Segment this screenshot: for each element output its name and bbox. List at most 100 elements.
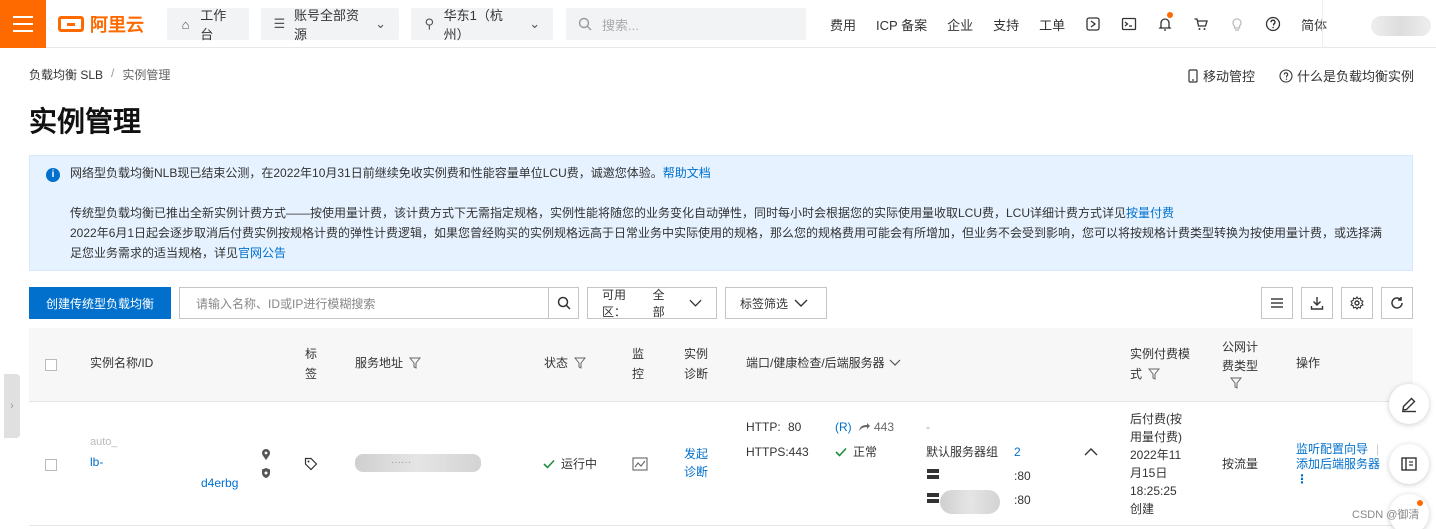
filter-icon[interactable] [1229,377,1243,389]
chevron-down-icon [794,299,808,307]
breadcrumb-root[interactable]: 负载均衡 SLB [29,66,103,83]
cart-icon[interactable] [1183,0,1219,48]
collapse-servers-button[interactable] [1084,443,1098,461]
col-ports[interactable]: 端口/健康检查/后端服务器 [746,353,901,373]
filter-icon[interactable] [574,357,587,369]
col-diagnose-line-1: 实例 [684,347,709,361]
breadcrumb-current: 实例管理 [122,68,171,82]
search-icon [557,296,571,310]
link-billing[interactable]: 费用 [820,15,866,34]
feedback-edit-button[interactable] [1389,384,1429,424]
notice-line-4: 足您业务需求的适当规格，详见官网公告 [70,243,286,263]
server-count-link[interactable]: 2 [1014,443,1021,461]
col-address[interactable]: 服务地址 [355,353,422,373]
status-badge: 运行中 [543,455,597,473]
global-search-input[interactable]: 搜索... [566,8,806,40]
lightbulb-icon[interactable] [1219,0,1255,48]
check-icon [835,447,847,457]
official-announcement-link[interactable]: 官网公告 [238,246,286,260]
instance-search-button[interactable] [548,287,579,319]
instance-search-input[interactable]: 请输入名称、ID或IP进行模糊搜索 [179,287,549,319]
global-search-placeholder: 搜索... [602,17,639,33]
tag-filter-label: 标签筛选 [740,296,789,311]
col-billing-line-1: 实例付费模 [1130,347,1191,361]
mobile-control-link[interactable]: 移动管控 [1187,66,1255,85]
link-support[interactable]: 支持 [983,15,1029,34]
check-icon [543,459,555,469]
instance-name-masked: auto_ [90,436,118,448]
monitor-chart-icon[interactable] [632,457,648,476]
notice-line-1-text: 网络型负载均衡NLB现已结束公测，在2022年10月31日前继续免收实例费和性能… [70,166,663,180]
select-all-checkbox[interactable] [45,359,57,371]
filter-icon[interactable] [1148,368,1161,380]
hamburger-menu-button[interactable] [0,0,46,48]
location-pin-icon [261,448,271,466]
what-is-slb-label: 什么是负载均衡实例 [1296,69,1414,84]
resource-scope-dropdown[interactable]: ☰ 账号全部资源 ⌄ [261,8,399,42]
side-panel-toggle[interactable]: › [4,374,20,438]
create-clb-button[interactable]: 创建传统型负载均衡 [29,287,171,319]
book-icon [1401,457,1417,471]
col-tag-line-1: 标 [305,347,318,361]
resource-scope-label: 账号全部资源 [293,8,359,42]
refresh-icon [1391,297,1403,309]
instance-id-link-suffix[interactable]: d4erbg [201,474,238,492]
app-icon[interactable] [1075,0,1111,48]
link-enterprise[interactable]: 企业 [937,15,983,34]
zone-filter-select[interactable]: 可用区： 全部 [587,287,717,319]
col-status[interactable]: 状态 [544,353,587,373]
breadcrumb-separator: / [111,66,115,80]
instance-id-link-prefix[interactable]: lb- [90,453,103,471]
notice-line-1: 网络型负载均衡NLB现已结束公测，在2022年10月31日前继续免收实例费和性能… [70,163,711,183]
what-is-slb-link[interactable]: 什么是负载均衡实例 [1279,66,1414,85]
workbench-label: 工作台 [200,8,227,42]
filter-icon[interactable] [409,357,422,369]
redirect-tag[interactable]: (R) [835,418,852,436]
notice-line-2-text: 传统型负载均衡已推出全新实例计费方式——按使用量计费，该计费方式下无需指定规格，… [70,206,1127,220]
service-address-masked [355,454,481,472]
export-button[interactable] [1301,287,1333,319]
region-dropdown[interactable]: ⚲ 华东1（杭州） ⌄ [411,8,553,42]
page-title: 实例管理 [29,106,142,137]
col-tag-line-2: 签 [305,367,318,381]
col-billing-line-2[interactable]: 式 [1130,364,1161,384]
billing-line-1: 后付费(按 [1130,412,1182,426]
more-actions-button[interactable]: ⋮ [1296,470,1308,488]
tag-filter-select[interactable]: 标签筛选 [725,287,827,319]
terminal-icon[interactable] [1111,0,1147,48]
link-ticket[interactable]: 工单 [1029,15,1075,34]
col-net-line-2: 费类型 [1222,359,1259,373]
search-icon [578,17,592,31]
tag-icon[interactable] [304,457,318,476]
col-net-filter[interactable] [1229,375,1243,395]
billing-line-2: 用量付费) [1130,430,1182,444]
col-status-label: 状态 [544,356,569,370]
start-diagnose-link-1[interactable]: 发起 [684,445,708,463]
start-diagnose-link-2[interactable]: 诊断 [684,463,708,481]
billing-line-6: 创建 [1130,502,1155,516]
add-backend-server-link[interactable]: 添加后端服务器 [1296,455,1380,473]
pay-as-you-go-link[interactable]: 按量付费 [1126,206,1174,220]
list-view-button[interactable] [1261,287,1293,319]
bell-icon[interactable] [1147,0,1183,48]
help-doc-link[interactable]: 帮助文档 [663,166,711,180]
server-icon [926,467,940,486]
row-checkbox[interactable] [45,459,57,471]
status-text: 运行中 [561,457,598,471]
user-account-area[interactable] [1322,0,1436,48]
edit-icon [1402,397,1416,413]
settings-button[interactable] [1341,287,1373,319]
https-listener-label: HTTPS:443 [746,445,809,459]
aliyun-logo-mark-icon [58,16,84,32]
redirect-port: 443 [874,420,895,434]
workbench-button[interactable]: ⌂ 工作台 [167,8,249,42]
refresh-button[interactable] [1381,287,1413,319]
aliyun-logo[interactable]: 阿里云 [58,12,144,36]
grid-list-icon: ☰ [273,16,286,31]
docs-button[interactable] [1389,444,1429,484]
link-icp[interactable]: ICP 备案 [866,15,937,34]
col-net-line-1: 公网计 [1222,340,1259,354]
info-notice: i 网络型负载均衡NLB现已结束公测，在2022年10月31日前继续免收实例费和… [29,155,1413,271]
health-check-text: 正常 [853,445,878,459]
help-icon[interactable] [1255,0,1291,48]
